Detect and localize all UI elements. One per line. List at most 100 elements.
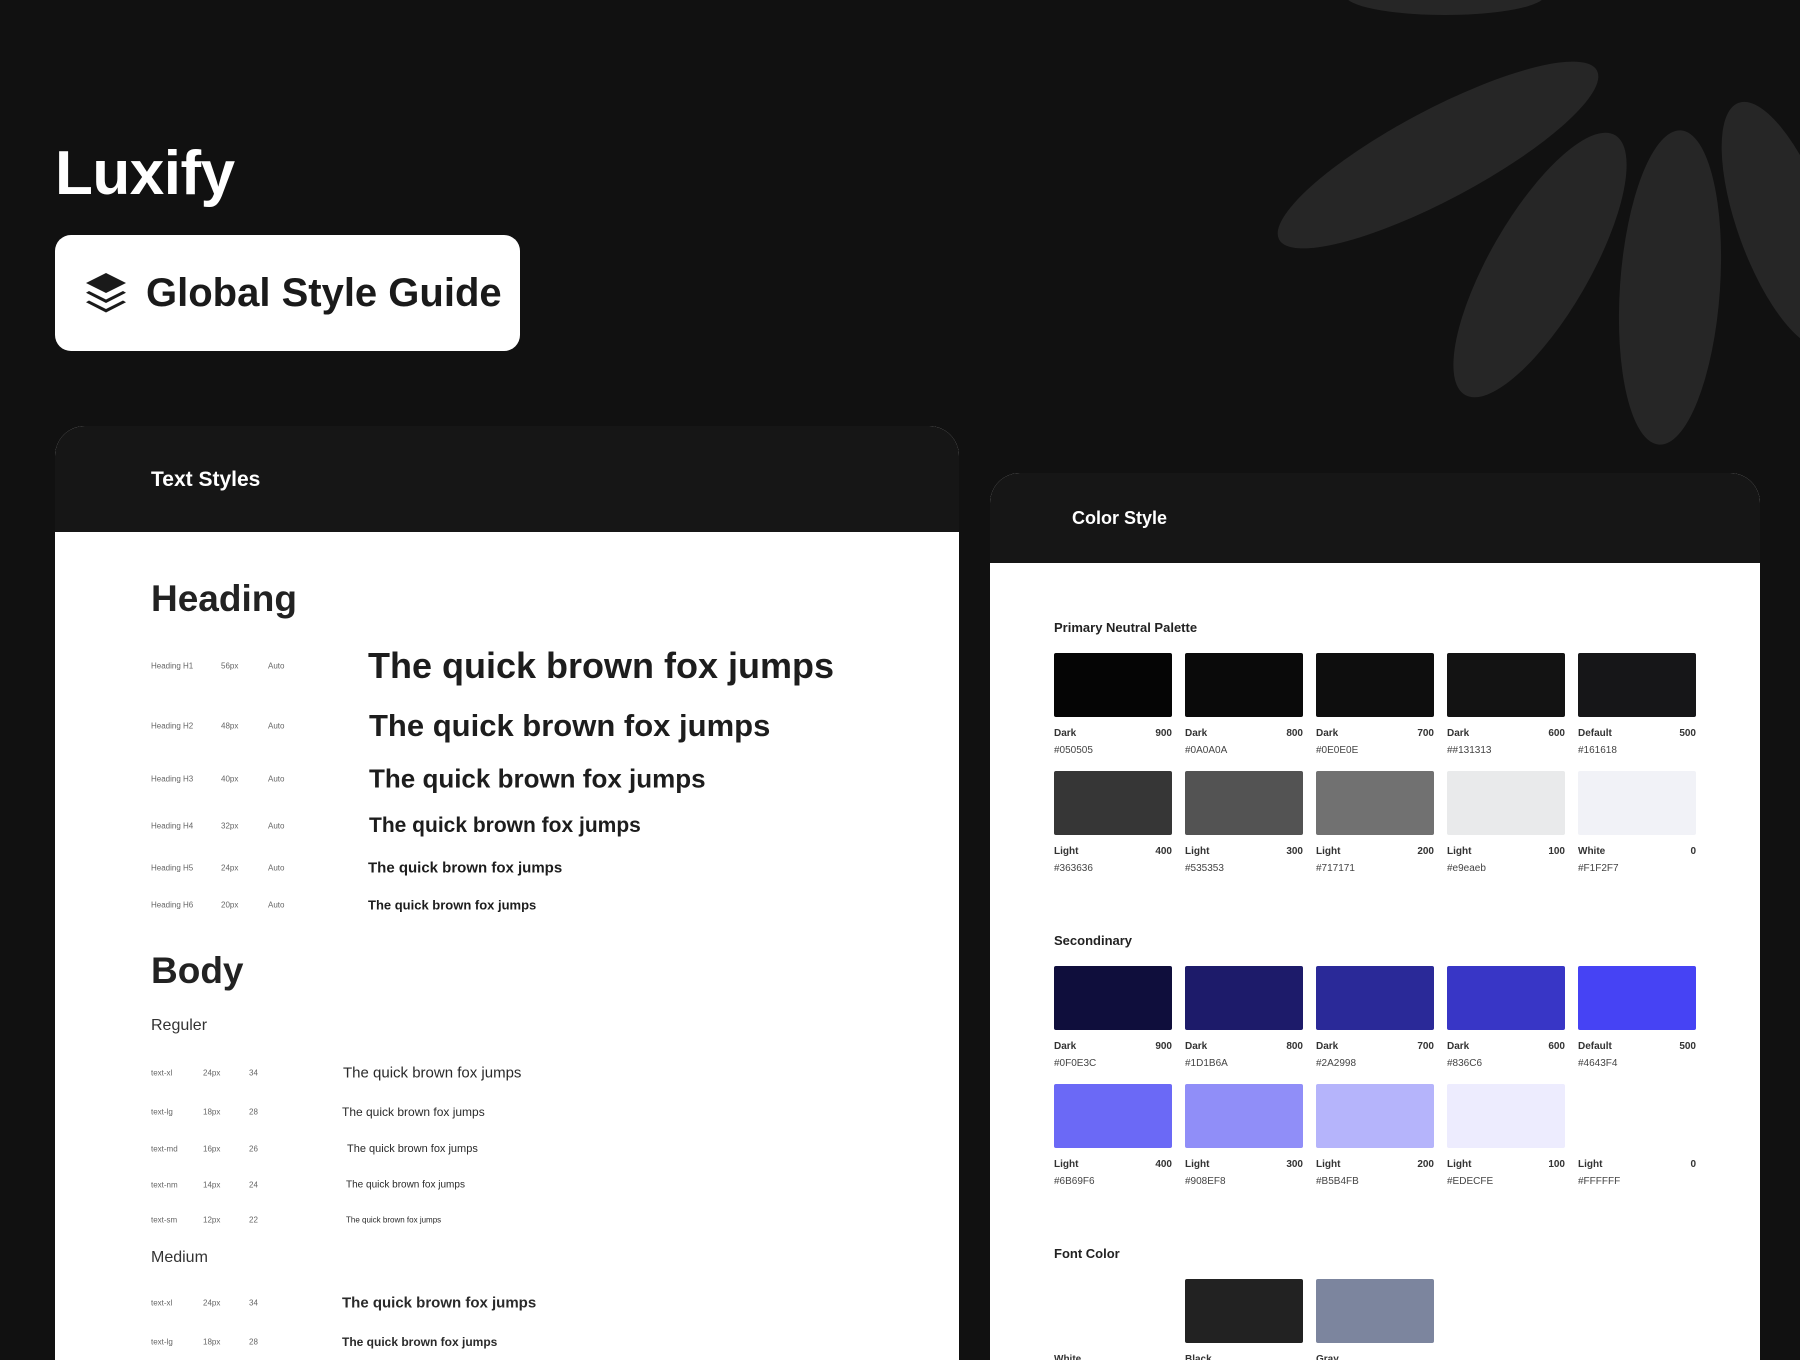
swatch-hex: #363636 (1054, 863, 1093, 874)
style-name: text-md (151, 1144, 178, 1154)
swatch-weight: 400 (1155, 846, 1172, 857)
style-sample: The quick brown fox jumps (342, 1105, 485, 1119)
regular-label: Reguler (151, 1017, 208, 1034)
swatch-hex: #B5B4FB (1316, 1176, 1359, 1187)
secondary-swatch (1447, 966, 1565, 1030)
swatch-hex: #836C6 (1447, 1058, 1483, 1069)
swatch-hex: #0F0E3C (1054, 1058, 1097, 1069)
style-name: text-lg (151, 1107, 173, 1117)
swatch-name: Default (1578, 1041, 1612, 1052)
swatch-weight: 900 (1155, 1041, 1172, 1052)
swatch-hex: #717171 (1316, 863, 1355, 874)
style-sample: The quick brown fox jumps (342, 1294, 537, 1312)
swatch-hex: #4643F4 (1578, 1058, 1618, 1069)
primary-swatch (1316, 653, 1434, 717)
swatch-weight: 100 (1548, 846, 1565, 857)
style-sample: The quick brown fox jumps (368, 859, 563, 877)
style-line-height: Auto (268, 774, 285, 784)
heading-style-row: Heading H3 40px Auto The quick brown fox ju… (151, 764, 931, 794)
style-name: Heading H6 (151, 900, 194, 910)
swatch-name: Light (1054, 1159, 1079, 1170)
font-color-title: Font Color (1054, 1246, 1120, 1261)
style-name: text-xl (151, 1068, 173, 1078)
secondary-swatch (1185, 966, 1303, 1030)
heading-style-row: Heading H1 56px Auto The quick brown fox ju… (151, 645, 931, 686)
medium-label: Medium (151, 1249, 208, 1266)
color-style-header: Color Style (990, 473, 1760, 563)
style-sample: The quick brown fox jumps (343, 1064, 522, 1082)
style-sample: The quick brown fox jumps (346, 1215, 442, 1225)
swatch-name: Light (1447, 846, 1472, 857)
swatch-hex: #535353 (1185, 863, 1224, 874)
primary-swatch (1185, 653, 1303, 717)
swatch-weight: 100 (1548, 1159, 1565, 1170)
swatch-name: Default (1578, 728, 1612, 739)
style-line-height: 26 (249, 1144, 258, 1154)
swatch-name: Gray (1316, 1354, 1339, 1360)
heading-style-row: Heading H4 32px Auto The quick brown fox ju… (151, 811, 931, 841)
primary-swatch (1447, 771, 1565, 835)
primary-title: Primary Neutral Palette (1054, 620, 1198, 635)
secondary-swatch (1447, 1084, 1565, 1148)
swatch-hex: ##131313 (1447, 745, 1492, 756)
body-regular-row: text-nm 14px 24 The quick brown fox jumps (151, 1170, 931, 1200)
style-name: Heading H2 (151, 721, 194, 731)
swatch-hex: #050505 (1054, 745, 1093, 756)
style-size: 18px (203, 1107, 221, 1117)
style-line-height: 28 (249, 1107, 258, 1117)
style-line-height: Auto (268, 863, 285, 873)
style-line-height: 34 (249, 1298, 258, 1308)
heading-style-row: Heading H5 24px Auto The quick brown fox ju… (151, 853, 931, 883)
swatch-hex: #EDECFE (1447, 1176, 1494, 1187)
font-color-swatch (1185, 1279, 1303, 1343)
badge-label: Global Style Guide (146, 270, 502, 315)
body-section-title: Body (151, 950, 244, 991)
swatch-weight: 200 (1417, 846, 1434, 857)
swatch-name: Light (1185, 846, 1210, 857)
body-regular-row: text-md 16px 26 The quick brown fox jumps (151, 1134, 931, 1164)
style-sample: The quick brown fox jumps (368, 897, 537, 913)
swatch-name: Light (1185, 1159, 1210, 1170)
swatch-weight: 800 (1286, 728, 1303, 739)
style-size: 32px (221, 821, 239, 831)
swatch-hex: #0A0A0A (1185, 745, 1228, 756)
style-sample: The quick brown fox jumps (342, 1335, 498, 1349)
style-size: 56px (221, 661, 239, 671)
swatch-weight: 900 (1155, 728, 1172, 739)
secondary-swatch (1316, 966, 1434, 1030)
style-name: text-xl (151, 1298, 173, 1308)
swatch-hex: #6B69F6 (1054, 1176, 1095, 1187)
swatch-name: Dark (1185, 1041, 1208, 1052)
swatch-hex: #0E0E0E (1316, 745, 1359, 756)
swatch-hex: #161618 (1578, 745, 1617, 756)
swatch-weight: 800 (1286, 1041, 1303, 1052)
style-size: 18px (203, 1337, 221, 1347)
style-guide-badge: Global Style Guide (55, 235, 520, 351)
style-name: Heading H1 (151, 661, 194, 671)
swatch-weight: 700 (1417, 1041, 1434, 1052)
primary-swatch (1578, 653, 1696, 717)
swatch-name: Light (1316, 1159, 1341, 1170)
style-line-height: 24 (249, 1180, 258, 1190)
style-size: 40px (221, 774, 239, 784)
swatch-name: Dark (1316, 728, 1339, 739)
swatch-name: White (1578, 846, 1606, 857)
style-line-height: Auto (268, 821, 285, 831)
style-size: 16px (203, 1144, 221, 1154)
style-size: 14px (203, 1180, 221, 1190)
style-line-height: Auto (268, 661, 285, 671)
style-size: 24px (221, 863, 239, 873)
heading-style-row: Heading H2 48px Auto The quick brown fox ju… (151, 708, 931, 743)
primary-swatch (1185, 771, 1303, 835)
swatch-hex: #e9eaeb (1447, 863, 1486, 874)
font-color-swatch (1054, 1279, 1172, 1343)
body-regular-row: text-xl 24px 34 The quick brown fox jumps (151, 1058, 931, 1088)
primary-swatch (1054, 771, 1172, 835)
primary-swatch (1316, 771, 1434, 835)
style-line-height: 28 (249, 1337, 258, 1347)
secondary-swatch (1054, 1084, 1172, 1148)
style-name: text-sm (151, 1215, 178, 1225)
font-color-swatch (1316, 1279, 1434, 1343)
style-size: 12px (203, 1215, 221, 1225)
swatch-name: Black (1185, 1354, 1212, 1360)
